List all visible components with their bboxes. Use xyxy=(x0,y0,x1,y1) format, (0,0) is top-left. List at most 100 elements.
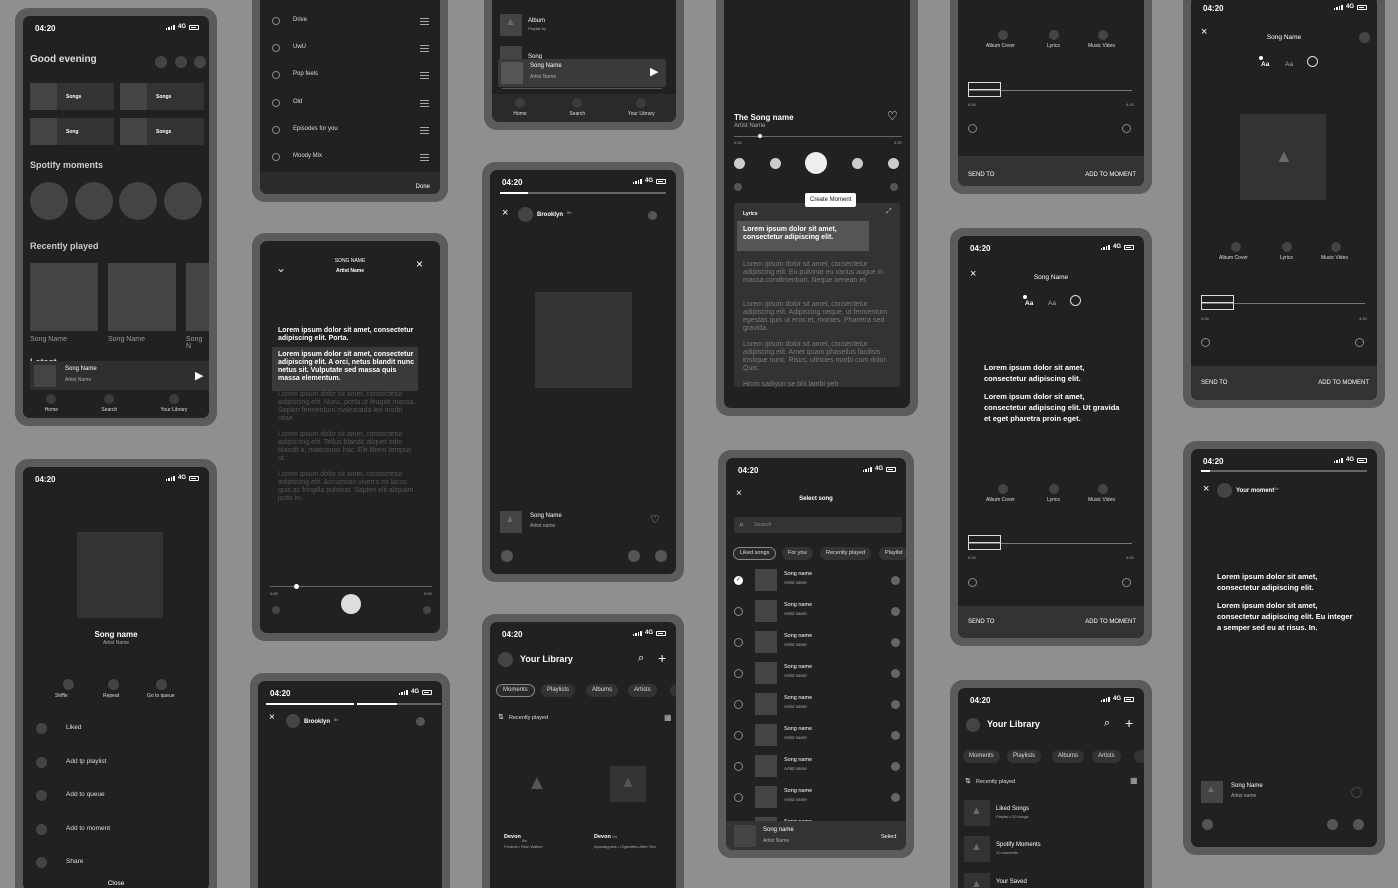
avatar[interactable] xyxy=(286,714,300,728)
preview-icon[interactable] xyxy=(891,731,900,740)
tile[interactable]: Song xyxy=(30,118,114,145)
playlist-row[interactable]: Drive xyxy=(260,14,440,28)
preview-icon[interactable] xyxy=(891,576,900,585)
album-cover-tab-icon[interactable] xyxy=(998,484,1008,494)
play-icon[interactable] xyxy=(1122,578,1131,587)
heart-icon[interactable] xyxy=(1351,787,1362,798)
filter-albums[interactable]: Albums xyxy=(586,684,619,697)
radio-icon[interactable] xyxy=(734,793,743,802)
settings-icon[interactable] xyxy=(194,56,206,68)
replay-icon[interactable] xyxy=(968,124,977,133)
nav-search[interactable]: Search xyxy=(569,98,585,117)
heart-icon[interactable]: ♡ xyxy=(650,513,660,526)
tile[interactable]: Songs xyxy=(30,83,114,110)
font-option-regular[interactable]: Aa xyxy=(1048,300,1056,307)
sort-icon[interactable]: ⇅ xyxy=(498,713,504,721)
close-icon[interactable]: × xyxy=(502,207,508,219)
tile[interactable]: Songs xyxy=(120,118,204,145)
trim-handle[interactable] xyxy=(968,82,1001,97)
song-row[interactable]: Song name Artist name xyxy=(726,630,906,656)
list-item[interactable]: ▲ Your Saved xyxy=(964,873,1144,888)
search-icon[interactable]: ⌕ xyxy=(1104,717,1110,730)
previous-icon[interactable] xyxy=(770,158,781,169)
tile[interactable]: Songs xyxy=(120,83,204,110)
font-option-bold[interactable]: Aa xyxy=(1261,61,1269,68)
song-row[interactable]: ✓ Song name Artist name xyxy=(726,568,906,594)
nav-library[interactable]: Your Library xyxy=(628,98,655,117)
recent-cover[interactable] xyxy=(30,263,98,331)
close-icon[interactable]: × xyxy=(269,712,275,723)
filter-playlists[interactable]: Playlists xyxy=(541,684,576,697)
lyrics-tab-icon[interactable] xyxy=(1049,484,1059,494)
radio-icon[interactable] xyxy=(734,762,743,771)
reply-icon[interactable] xyxy=(501,550,513,562)
playlist-row[interactable]: UwU xyxy=(260,41,440,55)
lyrics-tab-icon[interactable] xyxy=(1049,30,1059,40)
grid-view-icon[interactable]: ▦ xyxy=(664,713,672,722)
album-cover-tab-icon[interactable] xyxy=(998,30,1008,40)
more-icon[interactable] xyxy=(423,606,431,614)
menu-item[interactable]: Liked xyxy=(36,722,206,736)
filter-playlists[interactable]: Playlists xyxy=(1007,750,1042,763)
preview-icon[interactable] xyxy=(891,638,900,647)
trim-handle[interactable] xyxy=(968,535,1001,550)
sort-label[interactable]: Recently played xyxy=(509,715,548,721)
filter-artists[interactable]: Artists xyxy=(628,684,657,697)
add-to-moment-button[interactable]: ADD TO MOMENT xyxy=(1318,380,1369,386)
add-icon[interactable]: + xyxy=(658,650,666,666)
more-icon[interactable] xyxy=(648,211,657,220)
repeat-icon[interactable] xyxy=(108,679,119,690)
preview-icon[interactable] xyxy=(891,607,900,616)
play-icon[interactable]: ▶ xyxy=(195,369,203,382)
song-row[interactable]: Song name Artist name xyxy=(726,599,906,625)
filter-liked[interactable]: Liked songs xyxy=(733,547,777,560)
radio-icon[interactable] xyxy=(734,638,743,647)
album-cover-tab-icon[interactable] xyxy=(1231,242,1241,252)
recent-cover[interactable] xyxy=(108,263,176,331)
play-icon[interactable] xyxy=(1122,124,1131,133)
search-icon[interactable]: ⌕ xyxy=(638,652,644,665)
close-icon[interactable]: × xyxy=(416,257,423,271)
search-input[interactable]: ⌕ Search xyxy=(734,517,902,533)
heart-icon[interactable]: ♡ xyxy=(887,109,898,123)
close-button[interactable]: Close xyxy=(23,880,209,887)
sort-icon[interactable]: ⇅ xyxy=(965,777,971,785)
create-moment-button[interactable]: Create Moment xyxy=(805,193,857,207)
history-icon[interactable] xyxy=(175,56,187,68)
grid-view-icon[interactable]: ▦ xyxy=(1130,776,1138,785)
song-row[interactable]: Song name Artist name xyxy=(726,661,906,687)
menu-item[interactable]: Add tp playlist xyxy=(36,756,206,770)
mini-player[interactable]: Song Name Artist Name ▶ xyxy=(30,361,209,391)
share-icon[interactable] xyxy=(628,550,640,562)
playlist-row[interactable]: Old xyxy=(260,96,440,110)
menu-item[interactable]: Add to queue xyxy=(36,789,206,803)
song-thumb[interactable]: ▲ xyxy=(500,511,522,533)
add-to-moment-button[interactable]: ADD TO MOMENT xyxy=(1085,172,1136,178)
album-thumb[interactable]: ▲ xyxy=(500,14,522,36)
video-tab-icon[interactable] xyxy=(1098,30,1108,40)
filter-for-you[interactable]: For you xyxy=(782,547,813,560)
select-button[interactable]: Select xyxy=(881,834,896,840)
playlist-row[interactable]: Moody Mix xyxy=(260,150,440,164)
radio-icon[interactable] xyxy=(734,731,743,740)
add-to-moment-button[interactable]: ADD TO MOMENT xyxy=(1085,619,1136,625)
recent-cover[interactable] xyxy=(186,263,209,331)
moment-circle[interactable] xyxy=(75,182,113,220)
preview-icon[interactable] xyxy=(891,793,900,802)
repeat-icon[interactable] xyxy=(888,158,899,169)
more-icon[interactable] xyxy=(1353,819,1364,830)
filter-moments[interactable]: Moments xyxy=(496,684,535,697)
preview-icon[interactable] xyxy=(891,762,900,771)
song-row[interactable]: Song name Artist name xyxy=(726,785,906,811)
filter-playlist[interactable]: Playlist xyxy=(879,547,906,560)
shuffle-icon[interactable] xyxy=(63,679,74,690)
radio-icon[interactable] xyxy=(734,700,743,709)
more-icon[interactable] xyxy=(1359,32,1370,43)
playlist-row[interactable]: Episodes for you xyxy=(260,123,440,137)
send-to-button[interactable]: SEND TO xyxy=(968,619,994,625)
song-row[interactable]: Song name Artist name xyxy=(726,723,906,749)
nav-home[interactable]: Home xyxy=(513,98,527,117)
playlist-row[interactable]: Pop feels xyxy=(260,68,440,82)
nav-home[interactable]: Home xyxy=(45,394,58,413)
avatar[interactable] xyxy=(518,207,533,222)
